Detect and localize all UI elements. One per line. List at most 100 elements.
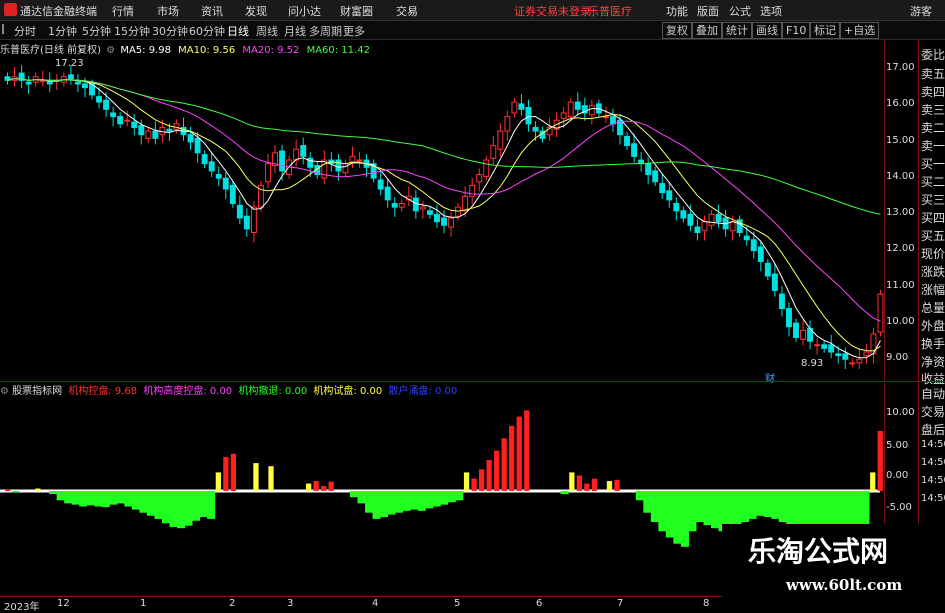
candle-body (708, 213, 715, 226)
indicator-green-bar (695, 491, 704, 522)
candle-body (701, 221, 708, 232)
indicator-tick: 10.00 (886, 407, 915, 418)
candle-body (398, 203, 405, 208)
indicator-red-bar (471, 478, 477, 491)
menu-trade[interactable]: 交易 (396, 3, 418, 19)
finance-marker[interactable]: 财 (765, 370, 775, 385)
indicator-red-bar (877, 430, 883, 491)
candle-body (131, 121, 138, 128)
draw-button[interactable]: 画线 (752, 22, 782, 39)
tab-30min[interactable]: 30分钟 (152, 23, 188, 39)
tab-more[interactable]: 更多 (343, 23, 365, 39)
menu-options[interactable]: 选项 (760, 3, 782, 19)
menu-discover[interactable]: 发现 (245, 3, 267, 19)
menu-ask[interactable]: 问小达 (288, 3, 321, 19)
indicator-red-bar (5, 489, 11, 491)
candle-body (250, 206, 257, 233)
tab-monthly[interactable]: 月线 (284, 23, 306, 39)
menu-wealth[interactable]: 财富圈 (340, 3, 373, 19)
candle-body (652, 170, 659, 183)
net-asset-label: 净资 (921, 355, 945, 369)
watermark-title: 乐淘公式网 (748, 535, 889, 568)
menu-quotes[interactable]: 行情 (112, 3, 134, 19)
candle-body (785, 308, 792, 328)
indicator-green-bar (380, 491, 389, 518)
candle-body (145, 130, 152, 139)
candle-body (222, 177, 229, 190)
candle-body (877, 293, 884, 333)
indicator-green-bar (56, 491, 65, 501)
candle-body (835, 353, 842, 357)
candle-body (377, 179, 384, 190)
f10-button[interactable]: F10 (782, 22, 811, 39)
candle-body (624, 136, 631, 147)
tab-1min[interactable]: 1分钟 (48, 23, 77, 39)
candle-body (103, 99, 110, 110)
candle-body (138, 125, 145, 136)
indicator-green-bar (94, 491, 103, 507)
indicator-green-bar (440, 491, 449, 505)
candle-body (863, 351, 870, 357)
indicator-green-bar (402, 491, 411, 511)
indicator-green-bar (665, 491, 674, 538)
menu-function[interactable]: 功能 (666, 3, 688, 19)
indicator-red-bar (591, 478, 598, 491)
date-tick: 3 (287, 598, 294, 609)
indicator-red-bar (305, 483, 312, 491)
tab-15min[interactable]: 15分钟 (114, 23, 150, 39)
indicator-green-bar (169, 491, 178, 527)
candle-body (814, 344, 821, 347)
tab-daily[interactable]: 日线 (227, 23, 249, 39)
mark-button[interactable]: 标记 (810, 22, 840, 39)
candle-body (39, 79, 46, 82)
ma60-line (7, 77, 881, 215)
tab-weekly[interactable]: 周线 (256, 23, 278, 39)
candle-body (208, 161, 215, 172)
after-hours-label[interactable]: 盘后 (921, 421, 945, 438)
indicator-green-bar (154, 491, 163, 519)
indicator-green-bar (560, 491, 569, 495)
guest-label[interactable]: 游客 (910, 3, 932, 19)
candle-body (96, 96, 103, 103)
tab-5min[interactable]: 5分钟 (82, 23, 111, 39)
candle-body (687, 213, 694, 226)
tab-timeshare[interactable]: 分时 (14, 23, 36, 39)
indicator-green-bar (124, 491, 133, 507)
auto-label[interactable]: 自动 (921, 385, 945, 402)
date-tick: 7 (617, 598, 624, 609)
candle-body (729, 221, 736, 232)
price-chart[interactable] (0, 55, 918, 381)
menu-market[interactable]: 市场 (157, 3, 179, 19)
indicator-red-bar (268, 466, 274, 491)
indicator-green-bar (86, 491, 95, 506)
add-watchlist-button[interactable]: +自选 (840, 22, 880, 39)
adjust-button[interactable]: 复权 (662, 22, 692, 39)
candle-body (441, 217, 447, 226)
candle-body (110, 112, 117, 118)
candle-body (483, 159, 490, 177)
time-label: 14:50 (921, 439, 945, 450)
menu-layout[interactable]: 版面 (697, 3, 719, 19)
stats-button[interactable]: 统计 (722, 22, 752, 39)
indicator-green-bar (861, 491, 870, 526)
overlay-button[interactable]: 叠加 (692, 22, 722, 39)
tab-multi-period[interactable]: 多周期 (309, 23, 342, 39)
candle-body (778, 293, 785, 310)
ask1-label: 卖一 (921, 139, 945, 153)
indicator-green-bar (447, 491, 456, 503)
indicator-green-bar (109, 491, 118, 505)
login-warning[interactable]: 证券交易未登录 (514, 3, 591, 19)
candle-body (426, 210, 433, 215)
candle-body (631, 143, 638, 157)
indicator-green-bar (786, 491, 795, 529)
candle-body (448, 217, 455, 228)
candle-body (349, 155, 356, 163)
candle-body (335, 159, 342, 172)
candle-body (666, 190, 673, 201)
indicator-green-bar (673, 491, 682, 544)
menu-news[interactable]: 资讯 (201, 3, 223, 19)
menu-formula[interactable]: 公式 (729, 3, 751, 19)
tab-60min[interactable]: 60分钟 (189, 23, 225, 39)
trade-label[interactable]: 交易 (921, 403, 945, 420)
indicator-green-bar (131, 491, 140, 510)
